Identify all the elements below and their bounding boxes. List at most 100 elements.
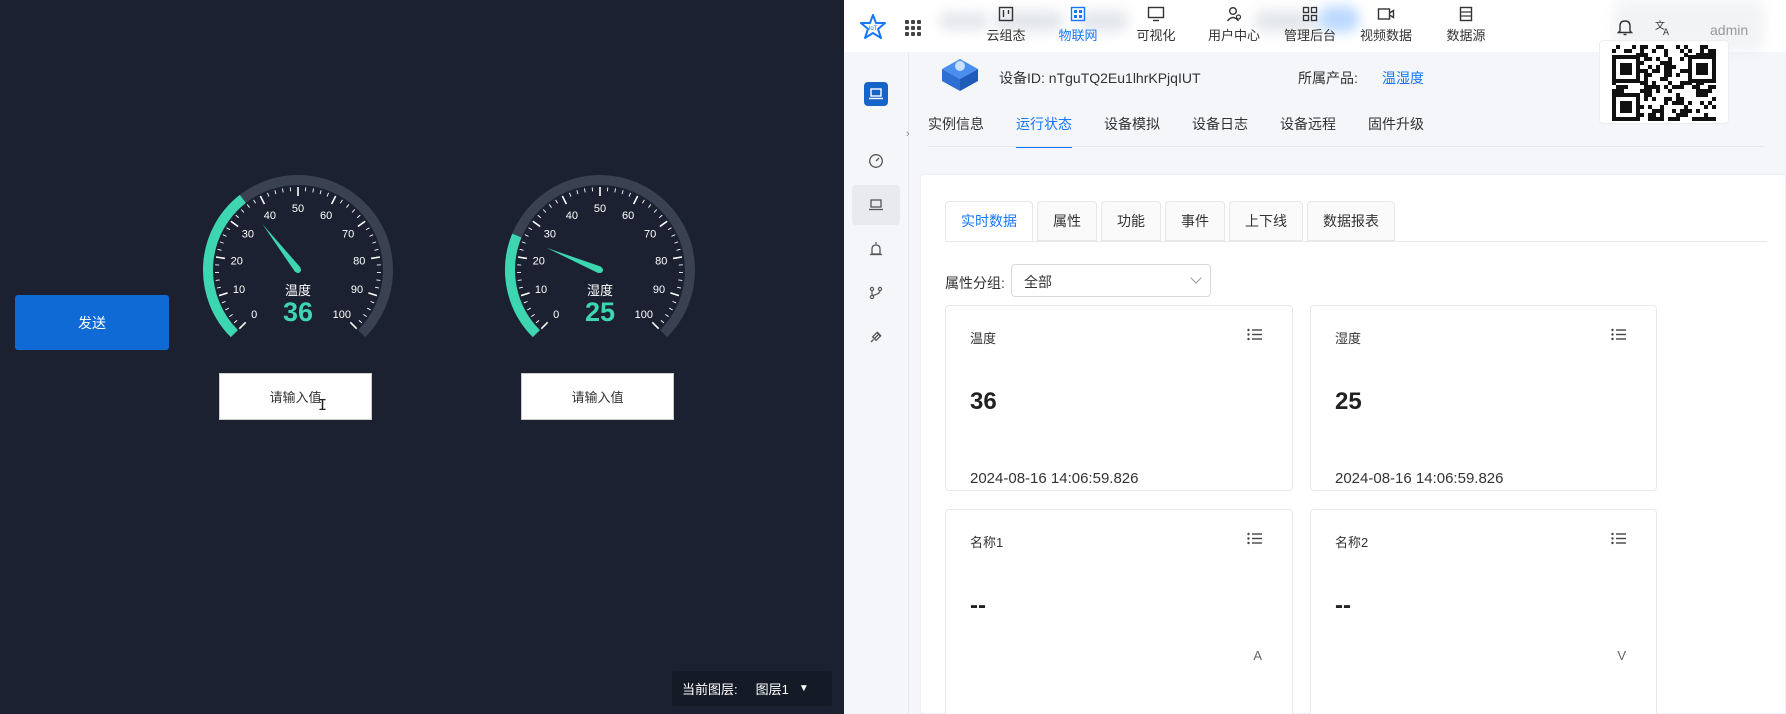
list-menu-icon[interactable] bbox=[1611, 532, 1626, 545]
user-name[interactable]: admin bbox=[1710, 22, 1748, 38]
gauge-tick bbox=[518, 286, 524, 289]
nav-label: 用户中心 bbox=[1207, 28, 1260, 43]
gauge-tick bbox=[217, 248, 222, 251]
gauge-tick bbox=[651, 321, 660, 330]
list-menu-icon[interactable] bbox=[1611, 328, 1626, 341]
nav-item-video[interactable]: 视频数据 bbox=[1351, 6, 1421, 44]
gauge-tick bbox=[542, 209, 547, 213]
gauge-tick-label: 80 bbox=[655, 255, 667, 267]
gauge-tick bbox=[676, 248, 681, 251]
gauge-tick bbox=[672, 256, 683, 260]
gauge-tick bbox=[671, 234, 676, 237]
gauge-tick bbox=[226, 227, 231, 231]
database-icon bbox=[1459, 6, 1473, 22]
tab-3[interactable]: 设备日志 bbox=[1192, 114, 1248, 148]
gauge-tick bbox=[370, 300, 375, 304]
gauge-tick bbox=[367, 307, 371, 311]
nav-item-user-center[interactable]: 用户中心 bbox=[1199, 6, 1269, 44]
tab-0[interactable]: 实例信息 bbox=[928, 114, 984, 148]
gauge-svg: 0102030405060708090100湿度25 bbox=[505, 175, 695, 338]
monitor-icon bbox=[1147, 6, 1165, 22]
device-id: 设备ID: nTguTQ2Eu1lhrKPjqIUT bbox=[999, 70, 1201, 86]
bell-icon[interactable] bbox=[1617, 18, 1633, 36]
sidebar-item-branch[interactable] bbox=[864, 281, 888, 305]
gauge-tick bbox=[330, 195, 337, 205]
gauge-tick bbox=[632, 195, 639, 205]
sidebar-item-alarms[interactable] bbox=[864, 237, 888, 261]
humidity-value-input[interactable]: 请输入值 bbox=[521, 373, 674, 420]
gauge-value: 36 bbox=[283, 297, 313, 327]
gauge-tick bbox=[521, 241, 526, 244]
layer-selector[interactable]: 当前图层: 图层1 ▼ bbox=[672, 671, 832, 706]
nav-label: 可视化 bbox=[1136, 28, 1176, 43]
gauge-tick bbox=[665, 314, 669, 318]
gauge-tick bbox=[540, 321, 549, 330]
send-button[interactable]: 发送 bbox=[15, 295, 169, 350]
gauge-tick bbox=[238, 321, 247, 330]
gauge-tick bbox=[221, 300, 226, 304]
nav-label: 视频数据 bbox=[1359, 28, 1412, 43]
nav-item-cloud-config[interactable]: 云组态 bbox=[971, 6, 1041, 44]
gauge-tick-label: 50 bbox=[594, 203, 606, 215]
gauge-tick bbox=[614, 188, 616, 193]
gauge-hub bbox=[597, 267, 603, 273]
device-image-icon bbox=[942, 59, 978, 91]
laptop-icon bbox=[869, 199, 883, 211]
gauge-tick bbox=[357, 220, 366, 228]
gauge-tick bbox=[519, 248, 524, 251]
list-menu-icon[interactable] bbox=[1247, 532, 1262, 545]
gauge-tick-label: 10 bbox=[233, 284, 245, 296]
nav-item-visualization[interactable]: 可视化 bbox=[1121, 6, 1191, 44]
card-unit: V bbox=[1617, 648, 1626, 663]
sidebar-item-plugin[interactable] bbox=[864, 325, 888, 349]
iot-app: IoT 云组态 物联网 可视化 用户中心 管理后台 视频数据 数据源 文 A a… bbox=[844, 0, 1786, 714]
subtab-0[interactable]: 实时数据 bbox=[945, 201, 1033, 241]
subtab-2[interactable]: 功能 bbox=[1101, 201, 1161, 241]
sidebar: › bbox=[844, 52, 910, 714]
user-icon bbox=[1226, 7, 1242, 22]
product-link[interactable]: 温湿度 bbox=[1382, 68, 1424, 88]
subtab-1[interactable]: 属性 bbox=[1037, 201, 1097, 241]
gauge-tick bbox=[229, 314, 233, 318]
property-group-select[interactable]: 全部 bbox=[1011, 264, 1211, 297]
card-unit: A bbox=[1253, 648, 1262, 663]
gauge-tick bbox=[219, 241, 224, 244]
gauge-tick-label: 70 bbox=[342, 229, 354, 241]
nav-item-iot[interactable]: 物联网 bbox=[1043, 6, 1113, 44]
gauge-tick bbox=[660, 320, 665, 324]
translate-icon[interactable]: 文A bbox=[1654, 18, 1672, 36]
gauge-tick bbox=[233, 320, 238, 324]
nav-item-datasource[interactable]: 数据源 bbox=[1431, 6, 1501, 44]
tab-2[interactable]: 设备模拟 bbox=[1104, 114, 1160, 148]
sidebar-item-devices[interactable] bbox=[864, 193, 888, 217]
subtab-3[interactable]: 事件 bbox=[1165, 201, 1225, 241]
video-icon bbox=[1377, 8, 1395, 20]
gauge-tick bbox=[358, 320, 363, 324]
gauge-tick-label: 30 bbox=[242, 229, 254, 241]
gauge-tick bbox=[240, 209, 245, 213]
chevron-down-icon bbox=[1190, 272, 1202, 284]
sidebar-item-dashboard[interactable] bbox=[864, 149, 888, 173]
gauge-tick bbox=[374, 248, 379, 251]
kanban-icon bbox=[998, 6, 1014, 22]
gauge-tick bbox=[672, 300, 677, 304]
gauge-tick bbox=[528, 227, 533, 231]
gauge-tick bbox=[282, 188, 284, 193]
list-menu-icon[interactable] bbox=[1247, 328, 1262, 341]
apps-grid-icon[interactable] bbox=[905, 20, 921, 36]
gauge-tick-label: 60 bbox=[622, 210, 634, 222]
subtab-5[interactable]: 数据报表 bbox=[1307, 201, 1395, 241]
dashboard-icon bbox=[869, 154, 883, 168]
temperature-value-input[interactable]: 请输入值 bbox=[219, 373, 372, 420]
gauge-tick bbox=[274, 190, 277, 195]
tab-1[interactable]: 运行状态 bbox=[1016, 114, 1072, 148]
alarm-icon bbox=[870, 242, 882, 256]
subtab-4[interactable]: 上下线 bbox=[1229, 201, 1303, 241]
tab-5[interactable]: 固件升级 bbox=[1368, 114, 1424, 148]
app-logo-icon: IoT bbox=[860, 14, 886, 39]
tab-4[interactable]: 设备远程 bbox=[1280, 114, 1336, 148]
gauge-tick bbox=[659, 220, 668, 228]
nav-item-admin[interactable]: 管理后台 bbox=[1275, 6, 1345, 44]
gauge-tick bbox=[235, 214, 240, 219]
device-qr-code bbox=[1599, 40, 1729, 124]
